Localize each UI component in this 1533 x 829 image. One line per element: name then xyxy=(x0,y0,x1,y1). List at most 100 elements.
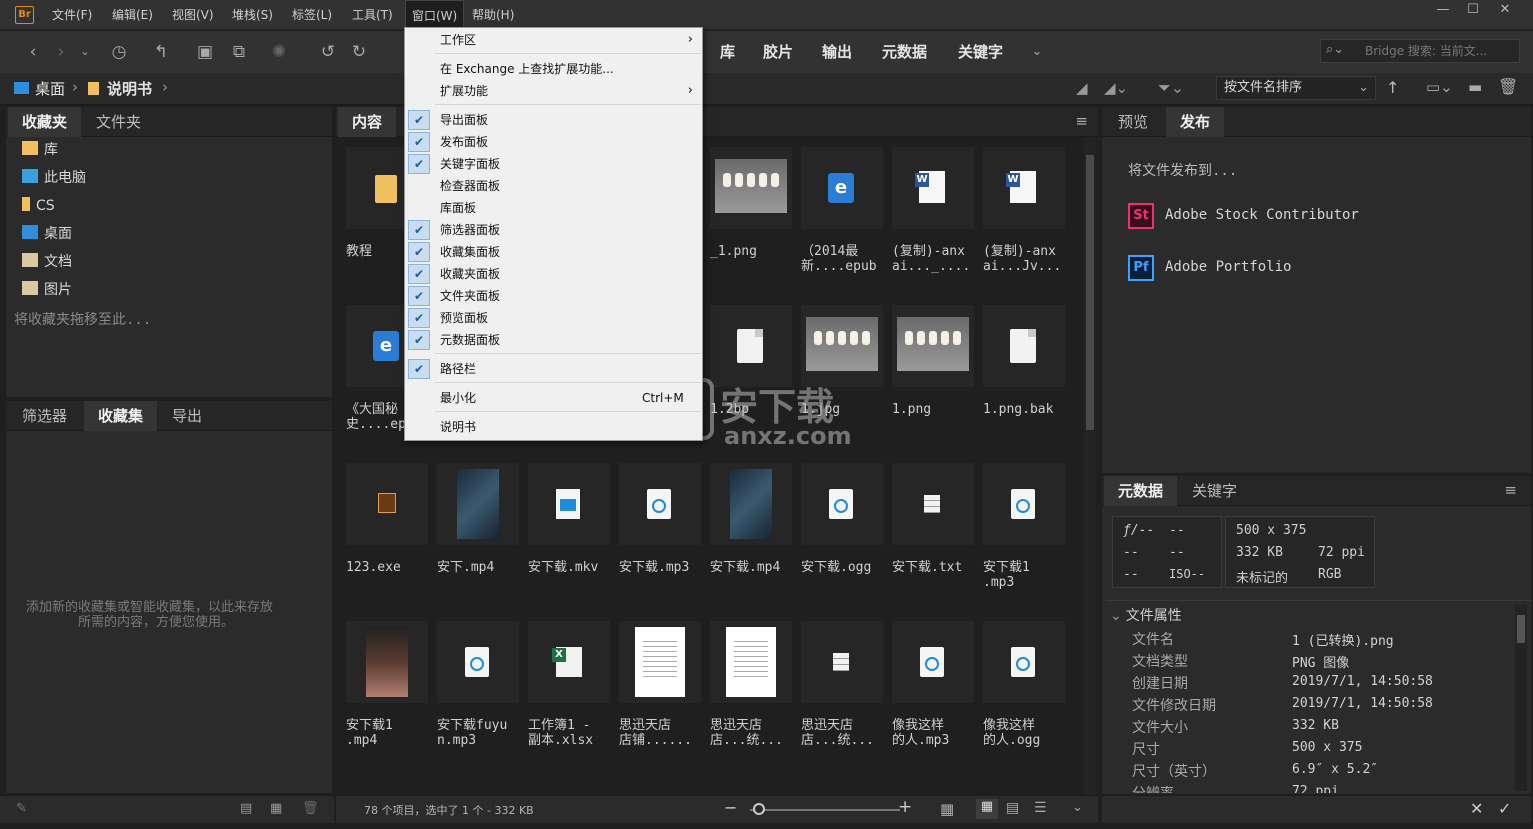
chevron-down-icon[interactable]: ⌄ xyxy=(72,39,98,65)
view-thumbnails-icon[interactable]: ▦ xyxy=(976,799,998,819)
thumbnail[interactable] xyxy=(892,305,974,387)
tab-collections[interactable]: 收藏集 xyxy=(84,401,158,431)
window-menu-item[interactable]: ✔ 收藏集面板 xyxy=(406,241,703,263)
window-menu-item[interactable]: ✔ 元数据面板 xyxy=(406,329,703,351)
quality-icon[interactable]: ◢ xyxy=(1076,79,1088,97)
thumbnail[interactable] xyxy=(983,305,1065,387)
window-menu-item[interactable]: ✔ 文件夹面板 xyxy=(406,285,703,307)
tab-metadata[interactable]: 元数据 xyxy=(1104,476,1178,506)
tab-content[interactable]: 内容 xyxy=(338,107,397,137)
rotate-left-icon[interactable]: ↺ xyxy=(315,39,341,65)
publish-target-stock[interactable]: St Adobe Stock Contributor xyxy=(1128,203,1428,229)
breadcrumb-desktop[interactable]: 桌面 xyxy=(35,78,65,99)
window-menu-item[interactable]: ✔ 发布面板 xyxy=(406,131,703,153)
recent-icon[interactable]: ◷ xyxy=(106,39,132,65)
thumbnail[interactable] xyxy=(983,463,1065,545)
view-list-icon[interactable]: ☰ xyxy=(1034,800,1047,816)
slider-handle[interactable] xyxy=(753,803,765,815)
menu-window[interactable]: 窗口(W) xyxy=(405,0,465,30)
menu-edit[interactable]: 编辑(E) xyxy=(106,0,159,30)
view-details-icon[interactable]: ▤ xyxy=(1006,800,1019,816)
window-menu-item[interactable]: 检查器面板 xyxy=(406,175,703,197)
thumbnail[interactable] xyxy=(528,463,610,545)
rotate-right-icon[interactable]: ↻ xyxy=(346,39,372,65)
window-menu-item[interactable]: ✔ 路径栏 xyxy=(406,358,703,380)
window-menu-item[interactable]: 库面板 xyxy=(406,197,703,219)
window-menu-item[interactable]: ✔ 筛选器面板 xyxy=(406,219,703,241)
thumbnail[interactable] xyxy=(892,463,974,545)
favorite-documents[interactable]: 文档 xyxy=(22,251,72,273)
workspace-more-icon[interactable]: ⌄ xyxy=(1024,39,1050,65)
scrollbar-thumb[interactable] xyxy=(1517,615,1525,643)
favorite-desktop[interactable]: 桌面 xyxy=(22,223,72,245)
search-icon[interactable]: ⌕⌄ xyxy=(1326,42,1344,57)
tab-keywords[interactable]: 关键字 xyxy=(1178,476,1251,506)
window-menu-item[interactable]: ✔ 关键字面板 xyxy=(406,153,703,175)
view-options-icon[interactable]: ⌄ xyxy=(1072,800,1083,815)
menu-label[interactable]: 标签(L) xyxy=(286,0,338,30)
boomerang-icon[interactable]: ↰ xyxy=(148,39,174,65)
close-button[interactable]: ✕ xyxy=(1492,2,1518,22)
delete-icon[interactable]: 🗑 xyxy=(1498,77,1518,96)
menu-view[interactable]: 视图(V) xyxy=(166,0,220,30)
zoom-in-icon[interactable]: + xyxy=(898,797,912,817)
search-input[interactable]: Bridge 搜索: 当前文... xyxy=(1320,39,1520,63)
thumbnail-size-slider[interactable] xyxy=(750,809,900,811)
thumbnail[interactable] xyxy=(983,621,1065,703)
menu-tools[interactable]: 工具(T) xyxy=(346,0,399,30)
camera-icon[interactable]: ▣ xyxy=(192,39,218,65)
menu-help[interactable]: 帮助(H) xyxy=(466,0,520,30)
breadcrumb-current[interactable]: 说明书 xyxy=(107,78,152,99)
delete-collection-icon[interactable]: 🗑 xyxy=(302,801,319,816)
zoom-out-icon[interactable]: − xyxy=(724,798,737,817)
window-menu-item[interactable]: 最小化 Ctrl+M xyxy=(406,387,703,409)
window-menu-item[interactable]: 工作区 › xyxy=(406,29,703,51)
edit-icon[interactable]: ✎ xyxy=(16,801,27,816)
thumbnail[interactable] xyxy=(710,147,792,229)
window-menu-item[interactable]: ✔ 预览面板 xyxy=(406,307,703,329)
workspace-keywords[interactable]: 关键字 xyxy=(958,39,1003,65)
open-recent-icon[interactable]: ▭⌄ xyxy=(1426,78,1453,96)
favorite-pictures[interactable]: 图片 xyxy=(22,279,72,301)
thumbnail[interactable] xyxy=(892,621,974,703)
thumbnail[interactable] xyxy=(437,463,519,545)
workspace-output[interactable]: 输出 xyxy=(822,39,852,65)
thumbnail[interactable] xyxy=(437,621,519,703)
window-menu-item[interactable]: 在 Exchange 上查找扩展功能... xyxy=(406,58,703,80)
window-menu-item[interactable]: 说明书 xyxy=(406,416,703,438)
tab-filter[interactable]: 筛选器 xyxy=(8,401,81,431)
panel-menu-icon[interactable]: ≡ xyxy=(1504,481,1517,499)
sort-select[interactable]: 按文件名排序 ⌄ xyxy=(1216,76,1376,100)
tab-favorites[interactable]: 收藏夹 xyxy=(8,107,82,137)
content-scrollbar[interactable] xyxy=(1084,137,1096,795)
window-menu-item[interactable]: ✔ 收藏夹面板 xyxy=(406,263,703,285)
menu-file[interactable]: 文件(F) xyxy=(46,0,98,30)
forward-icon[interactable]: › xyxy=(48,39,74,65)
thumbnail[interactable] xyxy=(619,463,701,545)
maximize-button[interactable]: ☐ xyxy=(1460,2,1486,22)
favorite-library[interactable]: 库 xyxy=(22,139,58,161)
grid-lock-icon[interactable]: ▦ xyxy=(940,800,954,818)
refine-icon[interactable]: ✺ xyxy=(266,39,292,65)
thumbnail[interactable] xyxy=(710,621,792,703)
new-collection-icon[interactable]: ▤ xyxy=(240,801,252,816)
thumbnail[interactable] xyxy=(801,621,883,703)
rating-filter-icon[interactable]: ◢⌄ xyxy=(1104,79,1128,97)
minimize-button[interactable]: — xyxy=(1430,2,1456,22)
apply-icon[interactable]: ✓ xyxy=(1498,799,1511,818)
thumbnail[interactable] xyxy=(528,621,610,703)
thumbnail[interactable] xyxy=(983,147,1065,229)
metadata-scrollbar[interactable] xyxy=(1515,605,1527,791)
tab-preview[interactable]: 预览 xyxy=(1104,107,1162,137)
workspace-metadata[interactable]: 元数据 xyxy=(882,39,927,65)
panel-menu-icon[interactable]: ≡ xyxy=(1075,112,1088,130)
back-icon[interactable]: ‹ xyxy=(20,39,46,65)
sort-direction-icon[interactable]: ↑ xyxy=(1386,78,1399,97)
filter-icon[interactable]: ⏷⌄ xyxy=(1158,78,1184,98)
thumbnail[interactable] xyxy=(346,621,428,703)
workspace-filmstrip[interactable]: 胶片 xyxy=(763,39,793,65)
copy-icon[interactable]: ⧉ xyxy=(226,39,252,65)
window-menu-item[interactable]: ✔ 导出面板 xyxy=(406,109,703,131)
favorite-cs[interactable]: CS xyxy=(22,195,55,217)
thumbnail[interactable] xyxy=(801,463,883,545)
